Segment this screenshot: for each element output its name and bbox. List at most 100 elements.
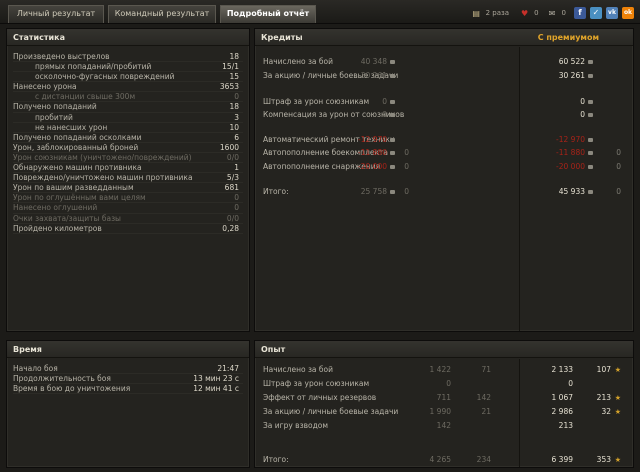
experience-label: Итого: xyxy=(263,455,289,464)
stat-row: прямых попаданий/пробитий 15/1 xyxy=(13,62,243,73)
free-experience-base-value: 71 xyxy=(481,365,491,374)
credits-icon xyxy=(390,138,395,142)
stat-value: 1 xyxy=(234,163,239,173)
credit-base-gold-value: 0 xyxy=(404,187,409,196)
facebook-share-icon[interactable]: f xyxy=(574,7,586,19)
credits-icon xyxy=(390,60,395,64)
stat-row: Произведено выстрелов 18 xyxy=(13,52,243,63)
stat-row: Нанесено урона 3653 xyxy=(13,82,243,93)
experience-label: За акцию / личные боевые задачи xyxy=(263,407,399,416)
stat-label: Обнаружено машин противника xyxy=(13,163,142,173)
credits-icon xyxy=(390,190,395,194)
stat-label: Нанесено оглушений xyxy=(13,203,98,213)
tab-personal-result[interactable]: Личный результат xyxy=(8,5,104,23)
stat-value: 0 xyxy=(234,92,239,102)
stat-row: Получено попаданий 18 xyxy=(13,102,243,113)
credits-icon xyxy=(588,74,593,78)
credit-row: Автоматический ремонт техники -12 970 -12 … xyxy=(255,135,633,145)
experience-label: Начислено за бой xyxy=(263,365,334,374)
credit-premium-value: 45 933 xyxy=(558,187,585,196)
credit-premium-gold-value: 0 xyxy=(616,148,621,157)
credit-base-value: -20 000 xyxy=(358,162,387,171)
stat-value: 6 xyxy=(234,132,239,142)
free-experience-premium-value: 213 xyxy=(596,393,611,402)
credit-base-value: 0 xyxy=(382,97,387,106)
credit-base-value: 0 xyxy=(382,110,387,119)
experience-base-value: 711 xyxy=(436,393,451,402)
credit-row: Итого: 25 758 0 45 933 0 xyxy=(255,187,633,197)
credits-icon xyxy=(588,138,593,142)
credit-row: Штраф за урон союзникам 0 0 xyxy=(255,97,633,107)
experience-row: За игру взводом 142 213 xyxy=(255,421,633,431)
credit-base-gold-value: 0 xyxy=(404,148,409,157)
premium-column-title: С премиумом xyxy=(537,33,599,42)
credit-row: За акцию / личные боевые задачи 30 261 30 … xyxy=(255,71,633,81)
top-right-controls: ▤ 2 раза ♥ 0 ✉ 0 f ✓ vk ok xyxy=(471,6,634,20)
credit-base-value: -12 970 xyxy=(358,135,387,144)
experience-base-value: 4 265 xyxy=(429,455,451,464)
stat-value: 18 xyxy=(229,102,239,112)
stat-value: 0 xyxy=(234,193,239,203)
free-experience-base-value: 142 xyxy=(476,393,491,402)
time-label: Начало боя xyxy=(13,364,58,373)
credit-row: Компенсация за урон от союзников 0 0 xyxy=(255,110,633,120)
stat-value: 0 xyxy=(234,203,239,213)
free-experience-base-value: 234 xyxy=(476,455,491,464)
credit-base-value: -11 880 xyxy=(358,148,387,157)
tab-detailed-report[interactable]: Подробный отчёт xyxy=(220,5,316,23)
stat-label: Произведено выстрелов xyxy=(13,52,110,61)
experience-panel: Опыт Начислено за бой 1 422 71 2 133 107 ★ Штр… xyxy=(254,340,634,468)
stat-value: 0/0 xyxy=(226,152,239,162)
credits-icon xyxy=(588,60,593,64)
credit-premium-gold-value: 0 xyxy=(616,162,621,171)
credits-icon xyxy=(588,100,593,104)
top-bar: Личный результат Командный результат Под… xyxy=(0,0,640,24)
free-experience-premium-value: 32 xyxy=(601,407,611,416)
experience-label: Штраф за урон союзникам xyxy=(263,379,370,388)
credits-icon xyxy=(588,165,593,169)
stat-label: Урон по вашим разведданным xyxy=(13,183,134,193)
experience-base-value: 142 xyxy=(436,421,451,430)
credit-premium-value: -20 000 xyxy=(556,162,585,171)
odnoklassniki-share-icon[interactable]: ok xyxy=(622,7,634,19)
stat-value: 0/0 xyxy=(226,213,239,223)
credits-icon xyxy=(390,74,395,78)
stat-label: осколочно-фугасных повреждений xyxy=(35,72,175,82)
folder-icon[interactable]: ▤ xyxy=(471,8,482,19)
stat-label: Повреждено/уничтожено машин противника xyxy=(13,173,193,183)
stat-value: 5/3 xyxy=(226,173,239,183)
stat-label: Получено попаданий xyxy=(13,102,97,112)
vk-share-icon[interactable]: vk xyxy=(606,7,618,19)
credits-panel: Кредиты С премиумом Начислено за бой 40 3… xyxy=(254,28,634,332)
experience-label: Эффект от личных резервов xyxy=(263,393,377,402)
credit-label: Итого: xyxy=(263,187,289,196)
credits-icon xyxy=(390,113,395,117)
credit-base-gold-value: 0 xyxy=(404,162,409,171)
credit-premium-value: 0 xyxy=(580,97,585,106)
stat-value: 18 xyxy=(229,52,239,61)
statistics-rows: Произведено выстрелов 18 прямых попаданий/… xyxy=(7,46,249,234)
messages-count: 0 xyxy=(561,9,566,17)
heart-icon[interactable]: ♥ xyxy=(519,8,530,19)
credit-label: Начислено за бой xyxy=(263,57,334,66)
stat-label: Нанесено урона xyxy=(13,82,77,92)
stat-row: пробитий 3 xyxy=(13,113,243,123)
credits-icon xyxy=(390,165,395,169)
stat-label: Очки захвата/защиты базы xyxy=(13,213,121,223)
credit-premium-value: -11 880 xyxy=(556,148,585,157)
stat-row: Урон, заблокированный броней 1600 xyxy=(13,143,243,153)
time-label: Время в бою до уничтожения xyxy=(13,384,131,394)
stat-value: 15 xyxy=(229,72,239,82)
credit-premium-gold-value: 0 xyxy=(616,187,621,196)
message-icon[interactable]: ✉ xyxy=(547,8,558,19)
credit-premium-value: 60 522 xyxy=(558,57,585,66)
experience-base-value: 1 422 xyxy=(429,365,451,374)
stat-row: Пройдено километров 0,28 xyxy=(13,224,243,234)
credits-icon xyxy=(390,151,395,155)
twitter-share-icon[interactable]: ✓ xyxy=(590,7,602,19)
stat-label: Урон по оглушённым вами целям xyxy=(13,193,146,203)
tab-team-result[interactable]: Командный результат xyxy=(108,5,216,23)
statistics-title: Статистика xyxy=(7,29,249,46)
credit-row: Автопополнение снаряжения -20 000 0 -20 000… xyxy=(255,162,633,172)
stat-label: Урон союзникам (уничтожено/повреждений) xyxy=(13,152,192,162)
